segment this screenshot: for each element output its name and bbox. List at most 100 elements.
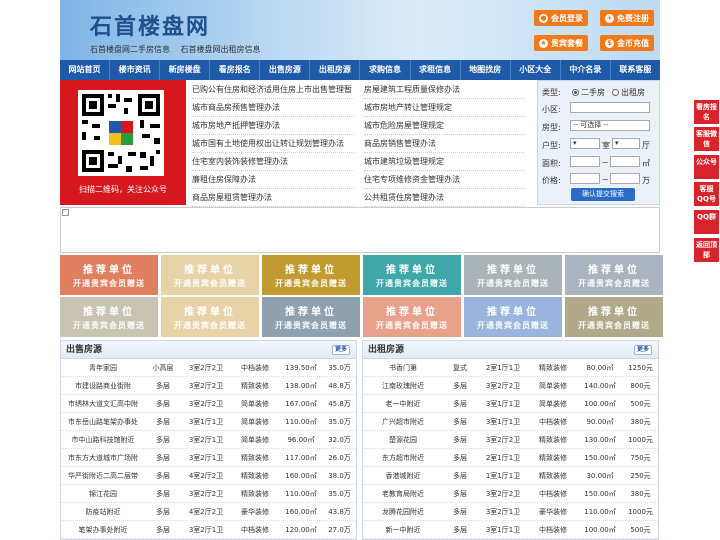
table-cell[interactable]: 香港城附近 <box>363 471 443 481</box>
ad-slot[interactable]: 推荐单位 开通贵宾会员赠送 <box>60 297 158 337</box>
table-row[interactable]: 新一中附近 多层 3室1厅1卫 中档装修 100.00㎡ 500元 <box>363 521 658 539</box>
ad-slot[interactable]: 推荐单位 开通贵宾会员赠送 <box>363 255 461 295</box>
table-row[interactable]: 防疫站附近 多层 4室2厅2卫 豪华装修 160.00㎡ 43.8万 <box>61 503 356 521</box>
more-button[interactable]: 更多 <box>331 345 350 355</box>
policy-link[interactable]: 廉租住房保障办法 <box>192 174 354 189</box>
table-cell[interactable]: 老教育局附近 <box>363 489 443 499</box>
vip-package-button[interactable]: ★ 贵宾套餐 <box>534 35 588 51</box>
table-row[interactable]: 市中山路科技馆附近 多层 3室2厅1卫 简单装修 96.00㎡ 32.0万 <box>61 431 356 449</box>
more-button[interactable]: 更多 <box>633 345 652 355</box>
nav-item[interactable]: 小区大全 <box>511 60 561 80</box>
nav-item[interactable]: 地图找房 <box>461 60 511 80</box>
jiage-min-input[interactable] <box>570 173 600 184</box>
table-cell[interactable]: 新一中附近 <box>363 525 443 535</box>
table-cell[interactable]: 东方超市附近 <box>363 453 443 463</box>
table-cell[interactable]: 楚源花园 <box>363 435 443 445</box>
table-row[interactable]: 广兴超市附近 多层 3室1厅1卫 中档装修 90.00㎡ 380元 <box>363 413 658 431</box>
policy-link[interactable]: 城市国有土地使用权出让转让规划管理办法 <box>192 138 354 153</box>
table-row[interactable]: 市绣林大道文汇高中附 多层 3室2厅2卫 简单装修 167.00㎡ 45.8万 <box>61 395 356 413</box>
sidebar-button[interactable]: 公众号 <box>694 155 719 179</box>
ad-slot[interactable]: 推荐单位 开通贵宾会员赠送 <box>262 255 360 295</box>
table-row[interactable]: 东方超市附近 多层 2室1厅1卫 精致装修 150.00㎡ 750元 <box>363 449 658 467</box>
ting-select[interactable]: ▾ <box>612 138 640 149</box>
table-cell[interactable]: 青年家园 <box>61 363 145 373</box>
radio-chuzufang[interactable]: 出租房 <box>612 87 645 98</box>
table-cell[interactable]: 市建设路商业街附 <box>61 381 145 391</box>
table-row[interactable]: 楚源花园 多层 3室2厅2卫 精致装修 130.00㎡ 1000元 <box>363 431 658 449</box>
sidebar-button[interactable]: 看房报名 <box>694 100 719 124</box>
policy-link[interactable]: 商品房屋租赁管理办法 <box>192 192 354 207</box>
table-cell[interactable]: 防疫站附近 <box>61 507 145 517</box>
ad-slot[interactable]: 推荐单位 开通贵宾会员赠送 <box>565 255 663 295</box>
mianji-min-input[interactable] <box>570 156 600 167</box>
policy-link[interactable]: 商品房销售管理办法 <box>364 138 524 153</box>
table-row[interactable]: 笔架办事处附近 多层 3室2厅1卫 中档装修 120.00㎡ 27.0万 <box>61 521 356 539</box>
table-row[interactable]: 老一中附近 多层 3室1厅1卫 简单装修 100.00㎡ 500元 <box>363 395 658 413</box>
ad-slot[interactable]: 推荐单位 开通贵宾会员赠送 <box>363 297 461 337</box>
login-button[interactable]: ● 会员登录 <box>534 10 588 26</box>
sidebar-button[interactable]: 客服微信 <box>694 127 719 151</box>
ad-slot[interactable]: 推荐单位 开通贵宾会员赠送 <box>161 297 259 337</box>
mianji-max-input[interactable] <box>610 156 640 167</box>
policy-link[interactable]: 城市危险房屋管理规定 <box>364 120 524 135</box>
policy-link[interactable]: 城市商品房预售管理办法 <box>192 102 354 117</box>
table-row[interactable]: 青年家园 小高层 3室2厅2卫 中档装修 139.50㎡ 35.0万 <box>61 359 356 377</box>
nav-item[interactable]: 出售房源 <box>260 60 311 80</box>
table-row[interactable]: 华严街附近二高二层带 多层 4室2厅2卫 精致装修 160.00㎡ 38.0万 <box>61 467 356 485</box>
table-row[interactable]: 市建设路商业街附 多层 3室2厅2卫 精致装修 138.00㎡ 48.8万 <box>61 377 356 395</box>
search-submit-button[interactable]: 确认提交搜索 <box>571 188 635 201</box>
register-button[interactable]: + 免费注册 <box>600 10 654 26</box>
coin-recharge-button[interactable]: $ 金币充值 <box>600 35 654 51</box>
ad-slot[interactable]: 推荐单位 开通贵宾会员赠送 <box>565 297 663 337</box>
table-cell[interactable]: 龙腾花园附近 <box>363 507 443 517</box>
table-row[interactable]: 老教育局附近 多层 3室2厅2卫 中档装修 150.00㎡ 380元 <box>363 485 658 503</box>
policy-link[interactable]: 公共租赁住房管理办法 <box>364 192 524 207</box>
sidebar-button[interactable]: QQ群 <box>694 210 719 234</box>
table-cell[interactable]: 笔架办事处附近 <box>61 525 145 535</box>
table-cell[interactable]: 锦江花园 <box>61 489 145 499</box>
table-row[interactable]: 市东岳山路笔架办事处 多层 3室1厅1卫 简单装修 110.00㎡ 35.0万 <box>61 413 356 431</box>
ad-slot[interactable]: 推荐单位 开通贵宾会员赠送 <box>60 255 158 295</box>
nav-item[interactable]: 看房报名 <box>210 60 261 80</box>
table-cell[interactable]: 书香门第 <box>363 363 443 373</box>
sidebar-button[interactable]: 返回顶部 <box>694 238 719 262</box>
table-cell[interactable]: 江南玫瑰附近 <box>363 381 443 391</box>
table-row[interactable]: 江南玫瑰附近 多层 3室2厅2卫 简单装修 140.00㎡ 800元 <box>363 377 658 395</box>
policy-link[interactable]: 住宅室内装饰装修管理办法 <box>192 156 354 171</box>
ad-slot[interactable]: 推荐单位 开通贵宾会员赠送 <box>262 297 360 337</box>
nav-item[interactable]: 网站首页 <box>60 60 111 80</box>
table-cell[interactable]: 华严街附近二高二层带 <box>61 471 145 481</box>
header-sublink[interactable]: 石首楼盘网二手房信息 <box>90 45 170 54</box>
nav-item[interactable]: 中介名录 <box>561 60 611 80</box>
policy-link[interactable]: 住宅专项维修资金管理办法 <box>364 174 524 189</box>
table-cell[interactable]: 老一中附近 <box>363 399 443 409</box>
table-cell[interactable]: 市中山路科技馆附近 <box>61 435 145 445</box>
nav-item[interactable]: 新房楼盘 <box>160 60 211 80</box>
table-row[interactable]: 香港城附近 多层 1室1厅1卫 精致装修 30.00㎡ 250元 <box>363 467 658 485</box>
policy-link[interactable]: 已购公有住房和经济适用住房上市出售管理暂 <box>192 84 354 99</box>
jiage-max-input[interactable] <box>610 173 640 184</box>
shi-select[interactable]: ▾ <box>570 138 600 149</box>
ad-slot[interactable]: 推荐单位 开通贵宾会员赠送 <box>161 255 259 295</box>
site-logo[interactable]: 石首楼盘网 <box>90 9 210 41</box>
nav-item[interactable]: 出租房源 <box>310 60 361 80</box>
table-row[interactable]: 龙腾花园附近 多层 3室2厅1卫 豪华装修 110.00㎡ 1000元 <box>363 503 658 521</box>
policy-link[interactable]: 城市房地产转让管理规定 <box>364 102 524 117</box>
radio-ershoufang[interactable]: 二手房 <box>572 87 605 98</box>
sidebar-button[interactable]: 客服QQ号 <box>694 182 719 206</box>
table-row[interactable]: 书香门第 复式 2室1厅1卫 精致装修 80.00㎡ 1250元 <box>363 359 658 377</box>
ad-slot[interactable]: 推荐单位 开通贵宾会员赠送 <box>464 255 562 295</box>
policy-link[interactable]: 城市房地产抵押管理办法 <box>192 120 354 135</box>
nav-item[interactable]: 楼市资讯 <box>110 60 161 80</box>
table-cell[interactable]: 广兴超市附近 <box>363 417 443 427</box>
policy-link[interactable]: 城市建筑垃圾管理规定 <box>364 156 524 171</box>
table-cell[interactable]: 市绣林大道文汇高中附 <box>61 399 145 409</box>
nav-item[interactable]: 求租信息 <box>411 60 461 80</box>
header-sublink[interactable]: 石首楼盘网出租房信息 <box>181 45 261 54</box>
ad-slot[interactable]: 推荐单位 开通贵宾会员赠送 <box>464 297 562 337</box>
policy-link[interactable]: 房屋建筑工程质量保修办法 <box>364 84 524 99</box>
banner-image[interactable] <box>60 207 660 253</box>
table-row[interactable]: 锦江花园 多层 3室2厅2卫 精致装修 110.00㎡ 35.0万 <box>61 485 356 503</box>
xiaoqu-input[interactable] <box>570 102 650 113</box>
nav-item[interactable]: 联系客服 <box>611 60 660 80</box>
